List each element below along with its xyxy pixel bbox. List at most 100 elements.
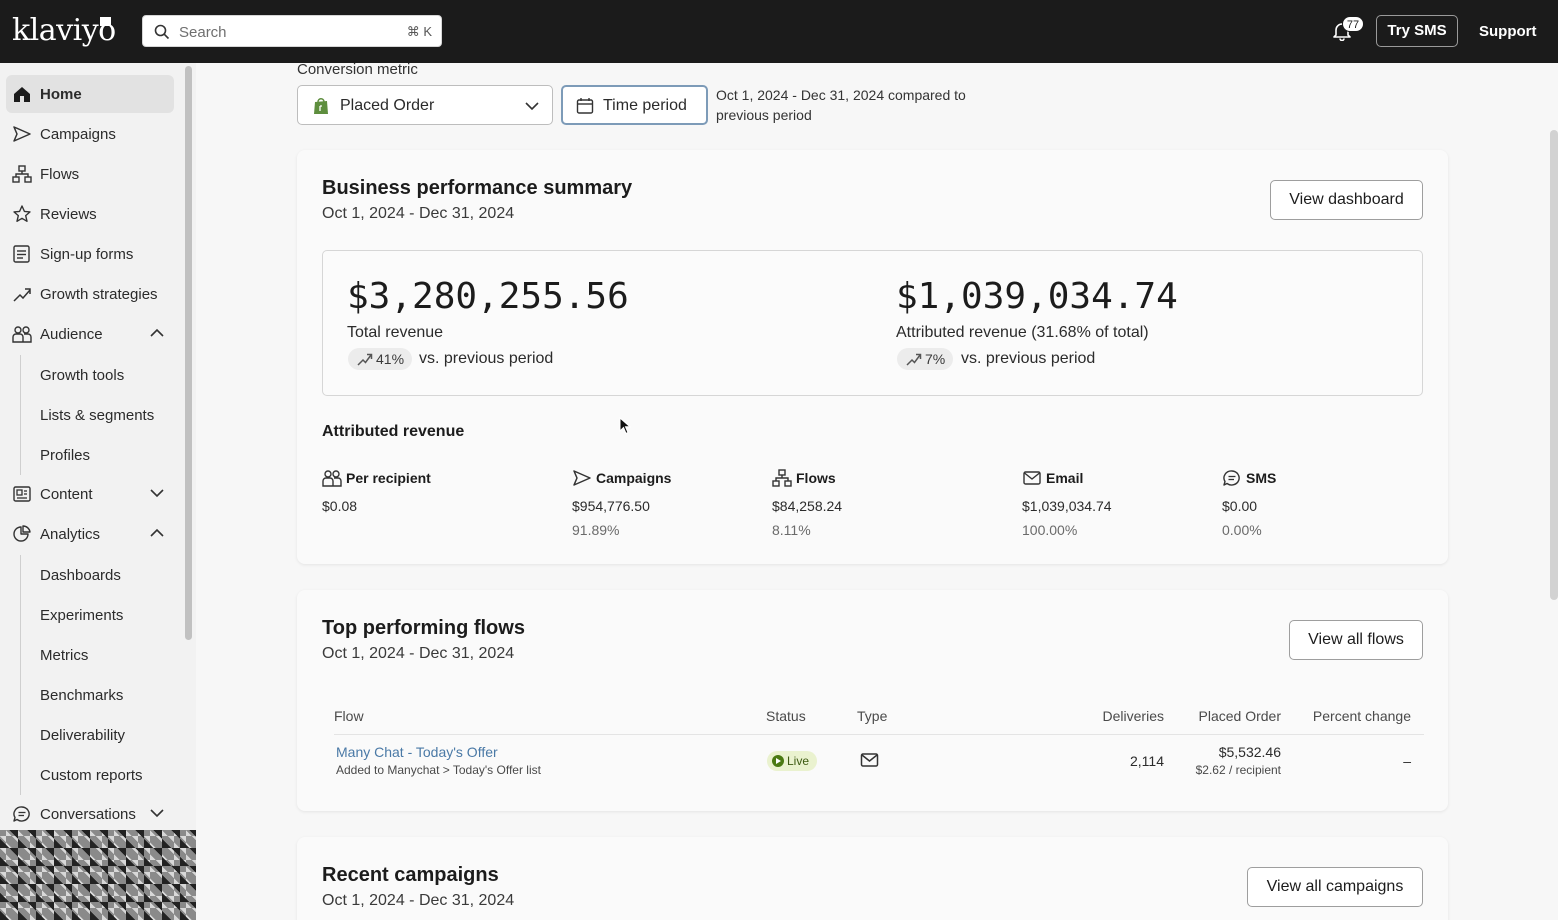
pie-chart-icon (12, 525, 32, 543)
sidebar-subitem-lists-segments[interactable]: Lists & segments (40, 407, 154, 424)
flows-icon (772, 469, 792, 487)
sidebar-subitem-experiments[interactable]: Experiments (40, 607, 123, 624)
column-header-status[interactable]: Status (766, 708, 806, 724)
try-sms-button[interactable]: Try SMS (1376, 15, 1458, 47)
conversion-metric-select[interactable]: Placed Order (297, 85, 553, 125)
main-scrollbar[interactable] (1550, 130, 1558, 600)
sidebar-subitem-benchmarks[interactable]: Benchmarks (40, 687, 123, 704)
metric-label: SMS (1246, 470, 1277, 486)
sidebar-subitem-growth-tools[interactable]: Growth tools (40, 367, 124, 384)
sidebar-item-label: Audience (40, 326, 103, 343)
column-header-placed-order[interactable]: Placed Order (1180, 708, 1281, 724)
search-box[interactable]: ⌘ K (142, 15, 442, 47)
sidebar-item-analytics[interactable]: Analytics (6, 515, 174, 553)
metric-value: $84,258.24 (772, 498, 843, 514)
time-period-button[interactable]: Time period (561, 85, 708, 125)
sidebar-item-content[interactable]: Content (6, 475, 174, 513)
attributed-change-text: 7% (925, 351, 946, 367)
chevron-down-icon (150, 808, 164, 818)
sidebar-item-conversations[interactable]: Conversations (6, 795, 174, 833)
metric-label: Email (1046, 470, 1084, 486)
sidebar-subitem-dashboards[interactable]: Dashboards (40, 567, 121, 584)
attributed-vs-text: vs. previous period (961, 350, 1096, 367)
conversion-metric-value: Placed Order (340, 97, 435, 114)
percent-change-value: – (1403, 753, 1411, 769)
flow-description: Added to Manychat > Today's Offer list (336, 763, 541, 777)
send-icon (572, 469, 592, 487)
metric-value: $1,039,034.74 (1022, 498, 1112, 514)
time-period-label: Time period (603, 97, 687, 114)
column-header-flow[interactable]: Flow (334, 708, 364, 724)
summary-date: Oct 1, 2024 - Dec 31, 2024 (322, 205, 515, 222)
total-revenue-value: $3,280,255.56 (347, 276, 629, 317)
form-icon (12, 245, 32, 263)
content-icon (12, 485, 32, 503)
metric-percent: 91.89% (572, 522, 620, 538)
notification-count-badge: 77 (1342, 16, 1364, 32)
view-dashboard-button[interactable]: View dashboard (1270, 180, 1423, 220)
metric-percent: 100.00% (1022, 522, 1078, 538)
per-recipient-value: $2.62 / recipient (1195, 763, 1281, 777)
sidebar-item-audience[interactable]: Audience (6, 315, 174, 353)
table-divider (334, 734, 1424, 735)
metric-label: Campaigns (596, 470, 672, 486)
flows-icon (12, 165, 32, 183)
sidebar-item-reviews[interactable]: Reviews (6, 195, 174, 233)
chat-icon (1222, 469, 1242, 487)
trend-up-icon (357, 352, 373, 366)
pixelated-account-avatar[interactable] (0, 830, 210, 920)
sidebar-subitem-deliverability[interactable]: Deliverability (40, 727, 125, 744)
audience-sub-line (20, 355, 21, 475)
metric-label: Per recipient (346, 470, 431, 486)
total-revenue-label: Total revenue (347, 324, 444, 341)
campaigns-date: Oct 1, 2024 - Dec 31, 2024 (322, 892, 515, 909)
sidebar-item-flows[interactable]: Flows (6, 155, 174, 193)
search-icon (154, 24, 170, 40)
sidebar-scrollbar[interactable] (185, 66, 192, 640)
people-icon (12, 325, 32, 343)
sidebar-item-label: Content (40, 486, 93, 503)
metric-value: $0.00 (1222, 498, 1258, 514)
flows-title: Top performing flows (322, 617, 525, 639)
column-header-deliveries[interactable]: Deliveries (1064, 708, 1164, 724)
chevron-down-icon (525, 101, 539, 111)
chevron-up-icon (150, 328, 164, 338)
sidebar-item-label: Sign-up forms (40, 246, 134, 263)
metric-percent: 0.00% (1222, 522, 1262, 538)
trend-up-icon (12, 285, 32, 303)
chat-icon (12, 805, 32, 823)
sidebar-subitem-metrics[interactable]: Metrics (40, 647, 88, 664)
sidebar-subitem-profiles[interactable]: Profiles (40, 447, 90, 464)
column-header-percent-change[interactable]: Percent change (1295, 708, 1411, 724)
mouse-cursor-icon (619, 417, 631, 435)
sidebar-item-campaigns[interactable]: Campaigns (6, 115, 174, 153)
sidebar-item-home[interactable]: Home (6, 75, 174, 113)
period-comparison-text: Oct 1, 2024 - Dec 31, 2024 compared to p… (716, 87, 966, 123)
sidebar-item-label: Flows (40, 166, 80, 183)
sidebar-subitem-custom-reports[interactable]: Custom reports (40, 767, 143, 784)
column-header-type[interactable]: Type (857, 708, 887, 724)
trend-up-icon (906, 352, 922, 366)
campaigns-title: Recent campaigns (322, 864, 499, 886)
view-all-campaigns-button[interactable]: View all campaigns (1247, 867, 1423, 907)
people-icon (322, 469, 342, 487)
metric-percent: 8.11% (772, 522, 811, 538)
email-icon (860, 752, 879, 768)
attributed-revenue-value: $1,039,034.74 (896, 276, 1178, 317)
sidebar-item-growth-strategies[interactable]: Growth strategies (6, 275, 174, 313)
analytics-sub-line (20, 555, 21, 795)
flows-date: Oct 1, 2024 - Dec 31, 2024 (322, 645, 515, 662)
sidebar-item-label: Analytics (40, 526, 101, 543)
view-all-flows-button[interactable]: View all flows (1289, 620, 1423, 660)
support-link[interactable]: Support (1479, 23, 1537, 40)
conversion-metric-label: Conversion metric (297, 61, 418, 78)
search-input[interactable] (179, 22, 379, 42)
total-change-text: 41% (376, 351, 405, 367)
total-revenue-change-badge: 41% (348, 348, 413, 370)
flow-name-link[interactable]: Many Chat - Today's Offer (336, 744, 498, 760)
sidebar-item-label: Reviews (40, 206, 97, 223)
status-text: Live (787, 754, 810, 768)
sidebar-item-signup-forms[interactable]: Sign-up forms (6, 235, 174, 273)
home-icon (12, 85, 32, 103)
chevron-up-icon (150, 528, 164, 538)
